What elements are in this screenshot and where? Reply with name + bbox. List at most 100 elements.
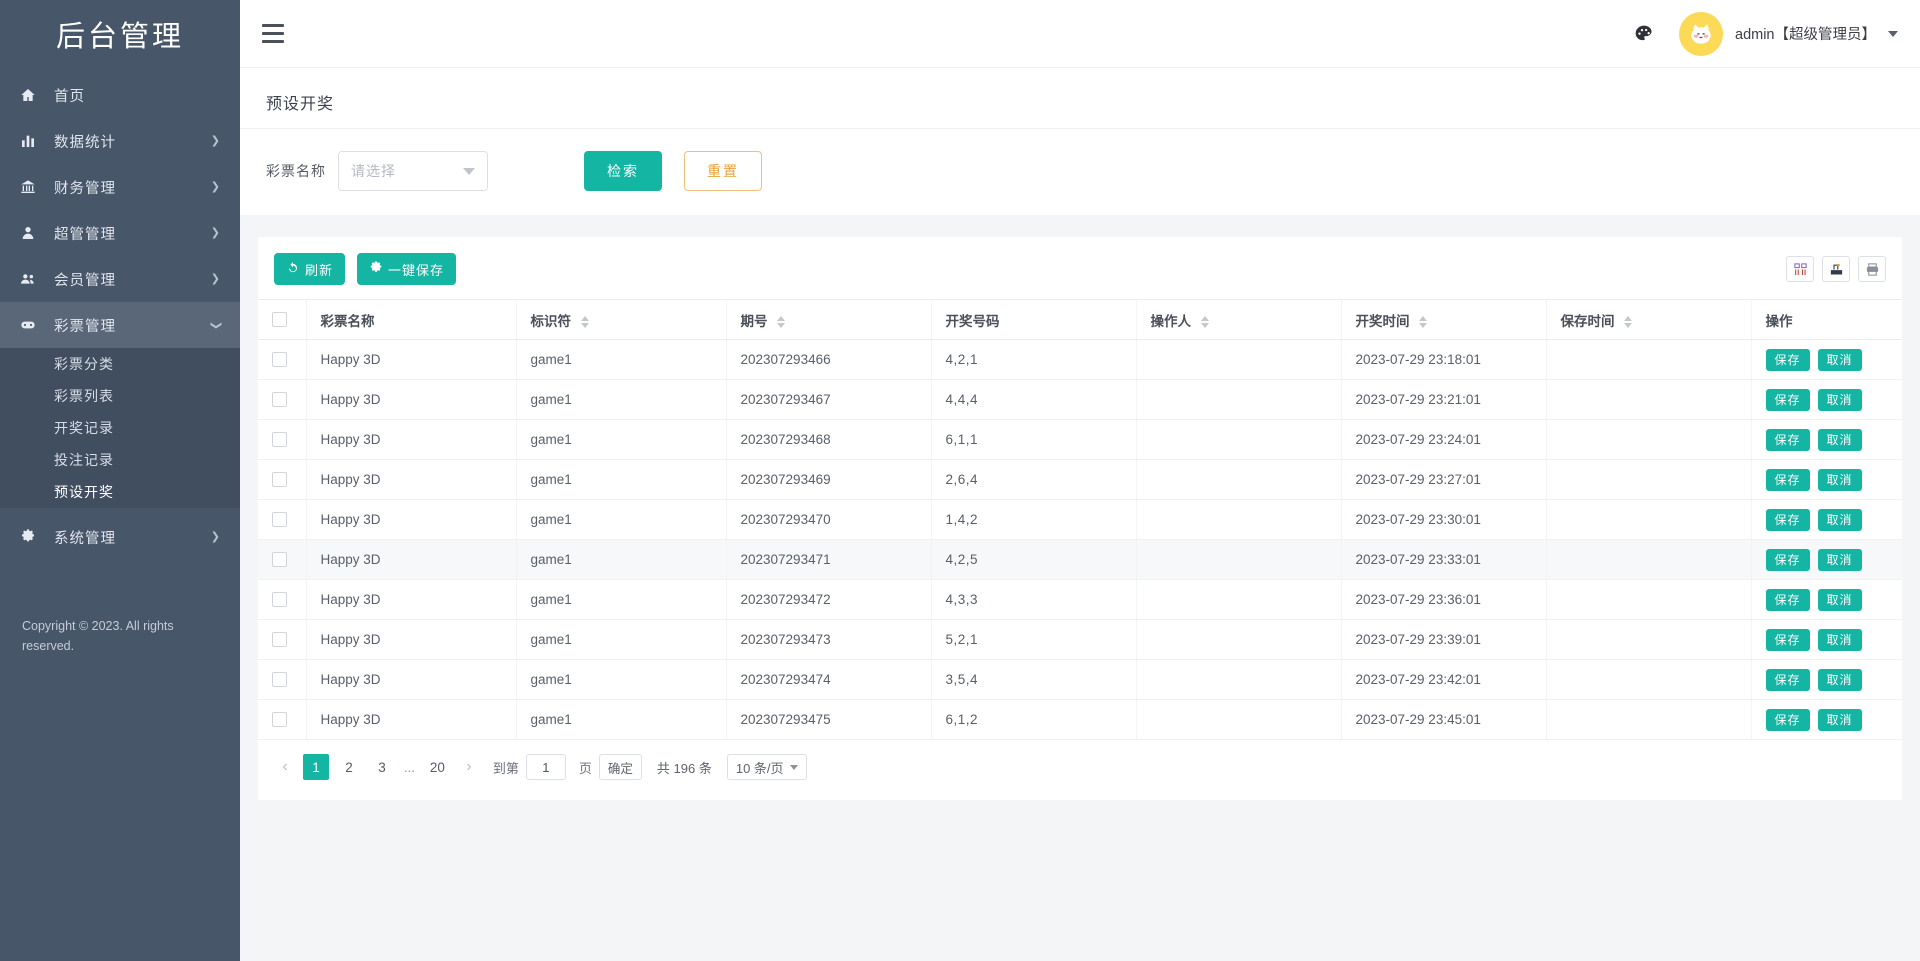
page-button-last[interactable]: 20 — [424, 754, 451, 780]
row-checkbox[interactable] — [272, 592, 287, 608]
row-save-button[interactable]: 保存 — [1765, 348, 1810, 371]
sidebar-subitem-preset-draw[interactable]: 预设开奖 — [0, 476, 240, 508]
cell-draw-time: 2023-07-29 23:18:01 — [1341, 339, 1547, 380]
table-row[interactable]: Happy 3D game1 202307293475 6,1,2 2023-07-29… — [258, 699, 1902, 740]
palette-icon[interactable] — [1631, 21, 1657, 47]
th-draw-time[interactable]: 开奖时间 — [1341, 299, 1547, 340]
row-checkbox[interactable] — [272, 512, 287, 528]
table-row[interactable]: Happy 3D game1 202307293473 5,2,1 2023-07-29… — [258, 619, 1902, 660]
row-cancel-button[interactable]: 取消 — [1817, 628, 1862, 651]
sidebar-subitem-draw-records[interactable]: 开奖记录 — [0, 412, 240, 444]
sidebar-item-label: 彩票管理 — [54, 318, 116, 335]
sidebar-subitem-label: 投注记录 — [54, 452, 114, 468]
chevron-right-icon[interactable]: › — [458, 754, 480, 780]
cell-numbers: 4,3,3 — [931, 579, 1137, 620]
sidebar-item-members[interactable]: 会员管理 ❯ — [0, 256, 240, 302]
sidebar-item-lottery[interactable]: 彩票管理 ❯ — [0, 302, 240, 348]
row-save-button[interactable]: 保存 — [1765, 708, 1810, 731]
sidebar-subitem-lottery-category[interactable]: 彩票分类 — [0, 348, 240, 380]
sort-icon[interactable] — [777, 315, 786, 328]
table-row[interactable]: Happy 3D game1 202307293468 6,1,1 2023-07-29… — [258, 419, 1902, 460]
reset-button[interactable]: 重置 — [684, 151, 762, 191]
sidebar-item-finance[interactable]: 财务管理 ❯ — [0, 164, 240, 210]
goto-label: 到第 — [492, 760, 519, 776]
export-icon[interactable] — [1822, 256, 1850, 282]
table-row[interactable]: Happy 3D game1 202307293470 1,4,2 2023-07-29… — [258, 499, 1902, 540]
row-save-button[interactable]: 保存 — [1765, 388, 1810, 411]
sidebar-item-statistics[interactable]: 数据统计 ❯ — [0, 118, 240, 164]
sidebar-subitem-label: 彩票列表 — [54, 388, 114, 404]
goto-confirm-button[interactable]: 确定 — [598, 754, 642, 780]
sidebar-item-home[interactable]: 首页 — [0, 72, 240, 118]
search-button[interactable]: 检索 — [584, 151, 662, 191]
refresh-icon — [286, 261, 300, 278]
menu-toggle-icon[interactable] — [262, 23, 288, 45]
row-checkbox[interactable] — [272, 552, 287, 568]
chevron-down-icon: ❯ — [209, 320, 222, 330]
sort-icon[interactable] — [1624, 315, 1633, 328]
row-cancel-button[interactable]: 取消 — [1817, 708, 1862, 731]
row-cancel-button[interactable]: 取消 — [1817, 548, 1862, 571]
page-ellipsis: ... — [404, 759, 415, 775]
th-label: 期号 — [740, 313, 768, 329]
sidebar-item-system[interactable]: 系统管理 ❯ — [0, 514, 240, 560]
chart-bar-icon — [20, 133, 44, 149]
table-row[interactable]: Happy 3D game1 202307293474 3,5,4 2023-07-29… — [258, 659, 1902, 700]
table-row[interactable]: Happy 3D game1 202307293466 4,2,1 2023-07-29… — [258, 339, 1902, 380]
sort-icon[interactable] — [1200, 315, 1209, 328]
save-all-button[interactable]: 一键保存 — [357, 253, 457, 285]
table-row[interactable]: Happy 3D game1 202307293467 4,4,4 2023-07-29… — [258, 379, 1902, 420]
chevron-left-icon[interactable]: ‹ — [274, 754, 296, 780]
refresh-button[interactable]: 刷新 — [274, 253, 346, 285]
row-cancel-button[interactable]: 取消 — [1817, 428, 1862, 451]
sidebar-subitem-lottery-list[interactable]: 彩票列表 — [0, 380, 240, 412]
th-save-time[interactable]: 保存时间 — [1546, 299, 1752, 340]
row-checkbox[interactable] — [272, 472, 287, 488]
th-operator[interactable]: 操作人 — [1136, 299, 1342, 340]
sidebar-subitem-label: 彩票分类 — [54, 356, 114, 372]
row-save-button[interactable]: 保存 — [1765, 628, 1810, 651]
table-row[interactable]: Happy 3D game1 202307293469 2,6,4 2023-07-29… — [258, 459, 1902, 500]
row-cancel-button[interactable]: 取消 — [1817, 668, 1862, 691]
page-button-3[interactable]: 3 — [369, 754, 395, 780]
row-cancel-button[interactable]: 取消 — [1817, 508, 1862, 531]
cell-actions: 保存 取消 — [1751, 579, 1902, 620]
row-save-button[interactable]: 保存 — [1765, 668, 1810, 691]
row-checkbox[interactable] — [272, 432, 287, 448]
page-button-1[interactable]: 1 — [303, 754, 329, 780]
table-row[interactable]: Happy 3D game1 202307293472 4,3,3 2023-07-29… — [258, 579, 1902, 620]
row-checkbox[interactable] — [272, 392, 287, 408]
row-checkbox[interactable] — [272, 672, 287, 688]
columns-icon[interactable] — [1786, 256, 1814, 282]
sort-icon[interactable] — [580, 315, 589, 328]
user-menu[interactable]: admin【超级管理员】 — [1679, 11, 1898, 56]
cell-lottery-name: Happy 3D — [306, 619, 517, 660]
lottery-name-select[interactable]: 请选择 — [338, 151, 488, 191]
row-save-button[interactable]: 保存 — [1765, 588, 1810, 611]
row-checkbox[interactable] — [272, 632, 287, 648]
row-save-button[interactable]: 保存 — [1765, 468, 1810, 491]
row-cancel-button[interactable]: 取消 — [1817, 388, 1862, 411]
goto-page-input[interactable] — [525, 754, 566, 780]
print-icon[interactable] — [1858, 256, 1886, 282]
th-issue[interactable]: 期号 — [726, 299, 932, 340]
row-checkbox[interactable] — [272, 712, 287, 728]
row-save-button[interactable]: 保存 — [1765, 508, 1810, 531]
cell-draw-time: 2023-07-29 23:36:01 — [1341, 579, 1547, 620]
th-code[interactable]: 标识符 — [516, 299, 727, 340]
row-cancel-button[interactable]: 取消 — [1817, 348, 1862, 371]
page-size-select[interactable]: 10 条/页 — [726, 754, 807, 780]
row-cancel-button[interactable]: 取消 — [1817, 468, 1862, 491]
table-row[interactable]: Happy 3D game1 202307293471 4,2,5 2023-07-29… — [258, 539, 1902, 580]
row-cancel-button[interactable]: 取消 — [1817, 588, 1862, 611]
select-all-checkbox[interactable] — [272, 312, 287, 328]
cell-issue: 202307293471 — [726, 539, 932, 580]
row-save-button[interactable]: 保存 — [1765, 428, 1810, 451]
sidebar-subitem-bet-records[interactable]: 投注记录 — [0, 444, 240, 476]
row-checkbox[interactable] — [272, 352, 287, 368]
row-save-button[interactable]: 保存 — [1765, 548, 1810, 571]
sidebar-item-admin[interactable]: 超管管理 ❯ — [0, 210, 240, 256]
page-button-2[interactable]: 2 — [336, 754, 362, 780]
cell-actions: 保存 取消 — [1751, 659, 1902, 700]
sort-icon[interactable] — [1419, 315, 1428, 328]
